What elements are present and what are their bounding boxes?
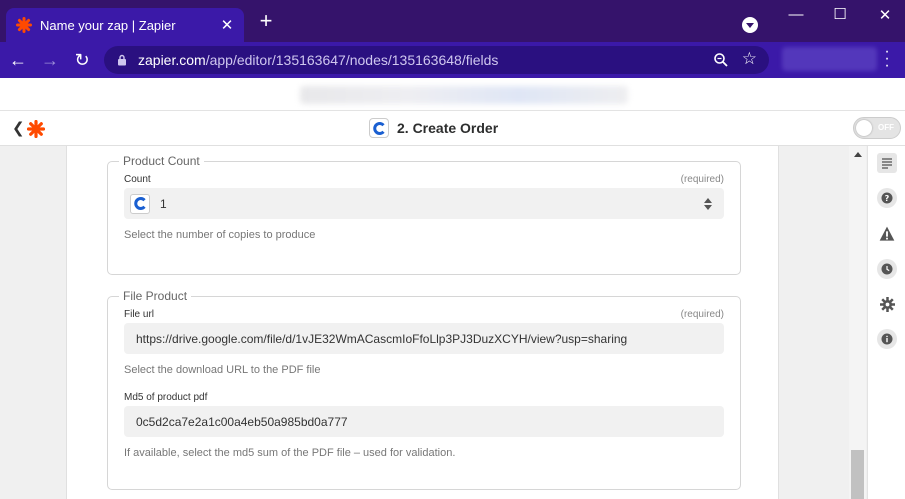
settings-icon[interactable] bbox=[877, 294, 897, 314]
field-help: Select the number of copies to produce bbox=[124, 229, 316, 241]
md5-input[interactable]: 0c5d2ca7e2a1c00a4eb50a985bd0a777 bbox=[124, 406, 724, 437]
group-legend: File Product bbox=[123, 289, 188, 303]
file-url-value: https://drive.google.com/file/d/1vJE32Wm… bbox=[136, 331, 628, 346]
field-help: If available, select the md5 sum of the … bbox=[124, 447, 456, 459]
history-icon[interactable] bbox=[877, 259, 897, 279]
field-label: File url bbox=[124, 309, 155, 320]
blurred-banner-content bbox=[300, 86, 628, 104]
toggle-label: OFF bbox=[878, 123, 894, 132]
product-count-group: Product Count Count (required) 1 Select … bbox=[107, 154, 741, 275]
md5-value: 0c5d2ca7e2a1c00a4eb50a985bd0a777 bbox=[136, 414, 348, 429]
minimize-icon[interactable]: — bbox=[786, 6, 806, 23]
select-updown-icon bbox=[704, 198, 712, 210]
group-legend: Product Count bbox=[123, 154, 200, 168]
toggle-knob bbox=[856, 120, 872, 136]
help-icon[interactable]: ? bbox=[877, 188, 897, 208]
required-label: (required) bbox=[680, 309, 724, 320]
editor-main: Product Count Count (required) 1 Select … bbox=[0, 146, 867, 499]
field-label: Md5 of product pdf bbox=[124, 392, 208, 403]
back-arrow-icon[interactable]: ← bbox=[7, 49, 29, 71]
step-title: 2. Create Order bbox=[369, 118, 498, 138]
address-url: zapier.com/app/editor/135163647/nodes/13… bbox=[138, 52, 498, 68]
browser-tab-active[interactable]: Name your zap | Zapier ✕ bbox=[6, 8, 244, 42]
browser-toolbar: ← → ↻ zapier.com/app/editor/135163647/no… bbox=[0, 42, 905, 78]
info-icon[interactable] bbox=[877, 329, 897, 349]
details-icon[interactable] bbox=[877, 153, 897, 173]
required-label: (required) bbox=[680, 174, 724, 185]
reload-icon[interactable]: ↻ bbox=[71, 49, 93, 71]
svg-text:?: ? bbox=[885, 194, 890, 203]
zapier-favicon-icon bbox=[16, 17, 32, 33]
browser-tab-strip: Name your zap | Zapier ✕ + — ☐ ✕ bbox=[0, 0, 905, 42]
url-host: zapier.com bbox=[138, 52, 206, 68]
cloudprinter-app-icon bbox=[369, 118, 389, 138]
page-banner bbox=[0, 78, 905, 111]
file-product-group: File Product File url (required) https:/… bbox=[107, 289, 741, 490]
warning-icon[interactable] bbox=[877, 224, 897, 244]
scrollbar-thumb[interactable] bbox=[851, 450, 864, 499]
fields-panel: Product Count Count (required) 1 Select … bbox=[66, 146, 779, 499]
forward-arrow-icon[interactable]: → bbox=[39, 49, 61, 71]
url-path: /app/editor/135163647/nodes/135163648/fi… bbox=[205, 52, 499, 68]
zapier-logo-icon[interactable] bbox=[27, 120, 45, 138]
new-tab-button[interactable]: + bbox=[256, 10, 276, 32]
address-bar[interactable]: zapier.com/app/editor/135163647/nodes/13… bbox=[104, 46, 769, 74]
tab-title: Name your zap | Zapier bbox=[40, 17, 176, 33]
zoom-icon[interactable] bbox=[713, 52, 729, 68]
field-help: Select the download URL to the PDF file bbox=[124, 364, 321, 376]
cloudprinter-app-icon bbox=[130, 193, 150, 214]
field-label: Count bbox=[124, 174, 151, 185]
count-select[interactable]: 1 bbox=[124, 188, 724, 219]
file-url-input[interactable]: https://drive.google.com/file/d/1vJE32Wm… bbox=[124, 323, 724, 354]
editor-header: ❮ 2. Create Order OFF bbox=[0, 111, 905, 146]
count-value: 1 bbox=[160, 196, 167, 211]
window-close-icon[interactable]: ✕ bbox=[875, 6, 895, 24]
browser-menu-icon[interactable]: · · · bbox=[882, 44, 892, 74]
scroll-up-arrow-icon[interactable] bbox=[854, 152, 862, 157]
tab-close-icon[interactable]: ✕ bbox=[216, 16, 238, 34]
right-rail: ? bbox=[867, 146, 905, 499]
maximize-icon[interactable]: ☐ bbox=[830, 5, 850, 23]
tab-search-icon[interactable] bbox=[742, 17, 758, 33]
lock-icon bbox=[118, 54, 126, 66]
back-chevron-icon[interactable]: ❮ bbox=[12, 119, 25, 137]
scrollbar[interactable] bbox=[849, 146, 866, 499]
profile-extensions-area[interactable] bbox=[782, 47, 877, 71]
bookmark-star-icon[interactable]: ☆ bbox=[742, 49, 757, 69]
step-title-text: 2. Create Order bbox=[397, 120, 499, 136]
zap-on-off-toggle[interactable]: OFF bbox=[853, 117, 901, 139]
